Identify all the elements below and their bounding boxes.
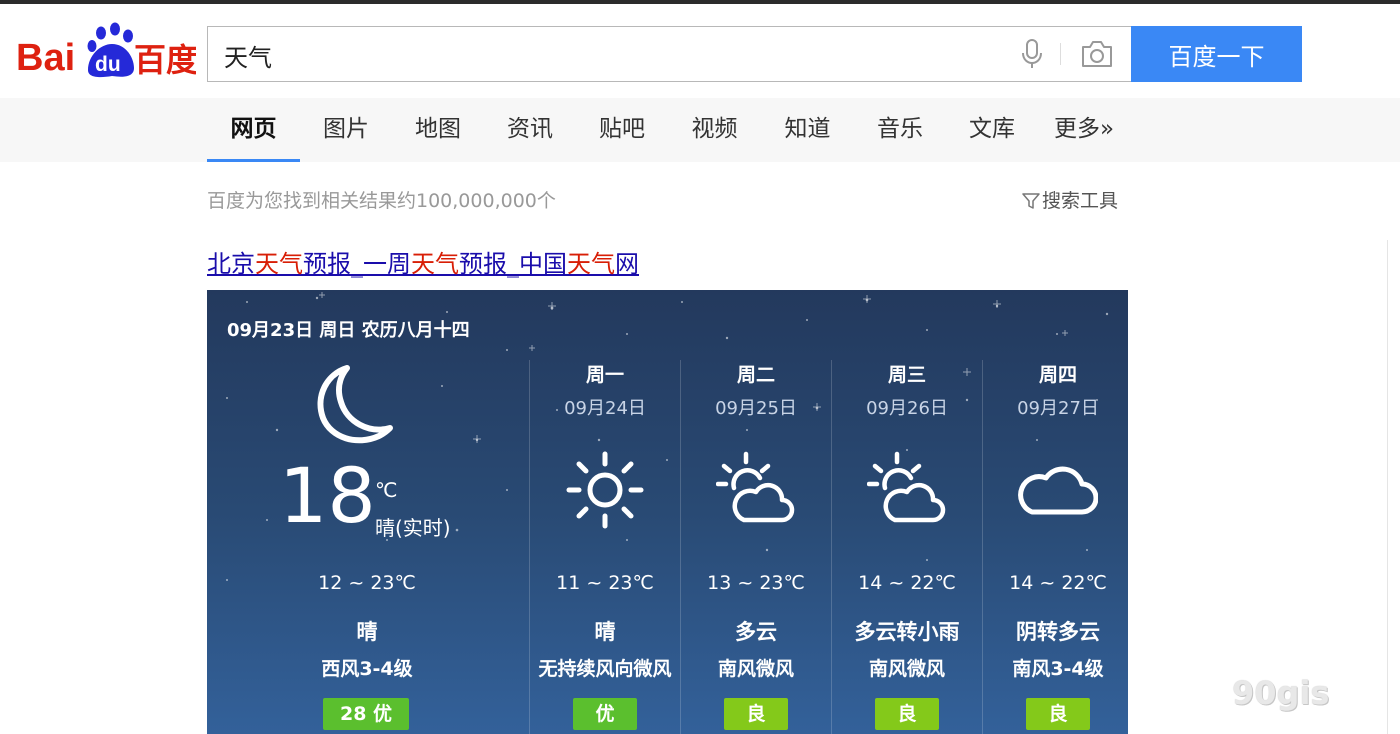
forecast-condition: 阴转多云 (1016, 620, 1100, 644)
forecast-date: 09月25日 (715, 398, 797, 419)
title-part: 预报_一周 (303, 250, 411, 278)
forecast-date: 09月24日 (564, 398, 646, 419)
forecast-condition: 多云 (735, 620, 777, 644)
forecast-aqi-badge: 良 (724, 698, 788, 730)
search-divider (1060, 43, 1061, 65)
forecast-day-name: 周一 (585, 364, 624, 386)
cloud-icon (1018, 466, 1098, 515)
weather-card[interactable]: 09月23日 周日 农历八月十四 18 ℃ 晴(实时) 12 ~ 23℃ 晴 西… (207, 290, 1128, 734)
search-input[interactable] (222, 27, 986, 83)
search-button[interactable]: 百度一下 (1131, 26, 1302, 82)
today-aqi-badge: 28 优 (323, 698, 409, 730)
search-tabs: 网页 图片 地图 资讯 贴吧 视频 知道 音乐 文库 更多» (0, 98, 1400, 162)
forecast-condition: 晴 (594, 620, 616, 644)
title-part: 网 (615, 250, 639, 278)
forecast-day-name: 周三 (887, 364, 926, 386)
filter-icon (1022, 193, 1040, 209)
today-wind: 西风3-4级 (321, 658, 413, 680)
tab-video[interactable]: 视频 (668, 98, 761, 162)
forecast-wind: 南风3-4级 (1012, 658, 1104, 680)
search-tools-label: 搜索工具 (1042, 190, 1119, 212)
forecast-condition: 多云转小雨 (854, 620, 960, 644)
result-count: 百度为您找到相关结果约100,000,000个 (207, 190, 556, 212)
title-part: 北京 (207, 250, 255, 278)
camera-icon[interactable] (1080, 39, 1114, 69)
forecast-wind: 南风微风 (868, 658, 945, 680)
baidu-logo[interactable]: Bai du 百度 (16, 20, 198, 80)
tab-tieba[interactable]: 贴吧 (576, 98, 668, 162)
forecast-temp-range: 14 ~ 22℃ (1009, 572, 1107, 594)
svg-text:Bai: Bai (16, 37, 75, 79)
today-condition: 晴 (356, 620, 378, 644)
right-divider (1387, 240, 1388, 734)
result-title-link[interactable]: 北京天气预报_一周天气预报_中国天气网 (207, 244, 639, 279)
today-temp-range: 12 ~ 23℃ (318, 572, 416, 594)
forecast-date: 09月27日 (1017, 398, 1099, 419)
title-keyword: 天气 (567, 250, 615, 278)
partly-cloudy-icon (867, 451, 946, 523)
tab-webpage[interactable]: 网页 (207, 98, 300, 162)
tab-images[interactable]: 图片 (300, 98, 392, 162)
tab-music[interactable]: 音乐 (854, 98, 946, 162)
header: Bai du 百度 百度一下 (0, 4, 1400, 98)
forecast-aqi-badge: 优 (573, 698, 637, 730)
forecast-date: 09月26日 (866, 398, 948, 419)
moon-icon (317, 365, 393, 444)
current-condition: 晴(实时) (375, 516, 451, 540)
title-part: 预报_中国 (459, 250, 567, 278)
forecast-wind: 南风微风 (717, 658, 794, 680)
forecast-day-name: 周二 (736, 364, 775, 386)
search-box (207, 26, 1131, 83)
svg-text:du: du (95, 53, 121, 76)
sun-icon (566, 451, 644, 529)
tab-wenku[interactable]: 文库 (946, 98, 1038, 162)
title-keyword: 天气 (411, 250, 459, 278)
title-keyword: 天气 (255, 250, 303, 278)
tab-map[interactable]: 地图 (392, 98, 484, 162)
forecast-wind: 无持续风向微风 (538, 658, 672, 680)
temperature-unit: ℃ (375, 478, 398, 502)
tab-more[interactable]: 更多» (1038, 98, 1130, 162)
forecast-temp-range: 14 ~ 22℃ (858, 572, 956, 594)
forecast-temp-range: 11 ~ 23℃ (556, 572, 654, 594)
search-tools-button[interactable]: 搜索工具 (1022, 186, 1118, 213)
svg-text:百度: 百度 (134, 41, 196, 79)
forecast-aqi-badge: 良 (1026, 698, 1090, 730)
tab-zhidao[interactable]: 知道 (761, 98, 854, 162)
partly-cloudy-icon (716, 451, 795, 523)
forecast-aqi-badge: 良 (875, 698, 939, 730)
current-temperature: 18 (279, 451, 376, 540)
forecast-temp-range: 13 ~ 23℃ (707, 572, 805, 594)
tab-news[interactable]: 资讯 (484, 98, 576, 162)
weibo-watermark: 90gis (1232, 674, 1330, 712)
forecast-day-name: 周四 (1038, 364, 1077, 386)
microphone-icon[interactable] (1020, 39, 1044, 69)
today-date: 09月23日 周日 农历八月十四 (227, 320, 470, 341)
